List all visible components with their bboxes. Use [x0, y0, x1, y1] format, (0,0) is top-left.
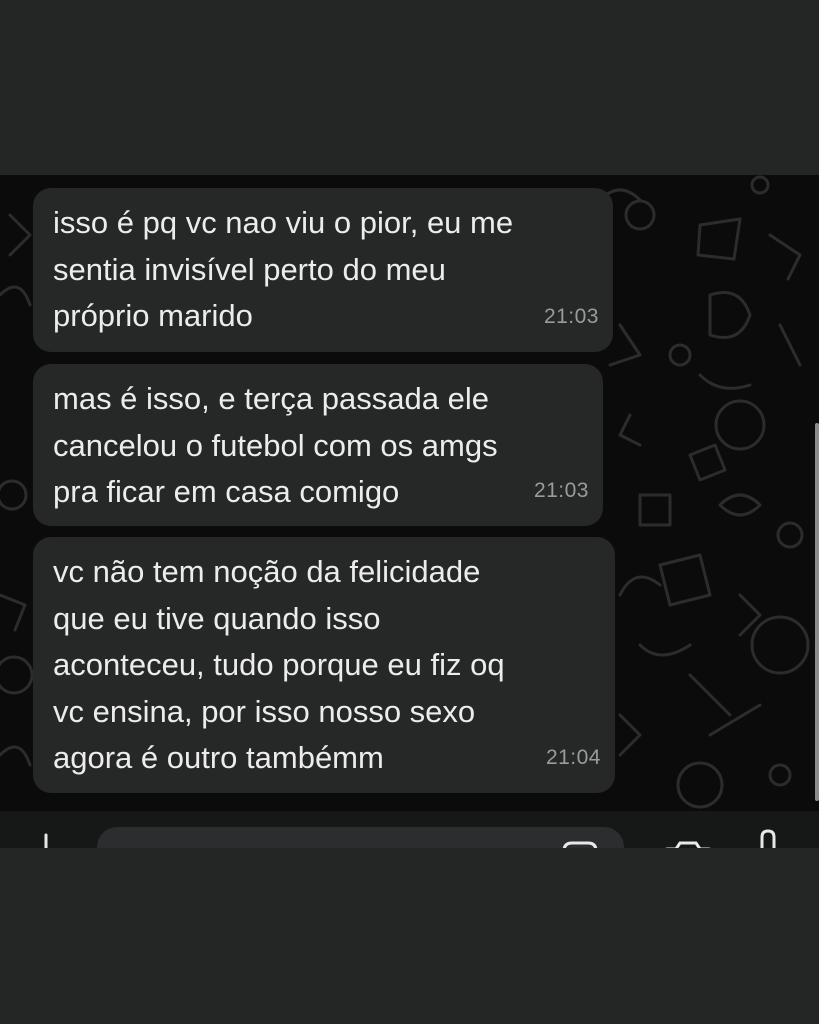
- message-bubble[interactable]: mas é isso, e terça passada ele cancelou…: [33, 364, 603, 526]
- sticker-icon[interactable]: [558, 837, 602, 848]
- message-text: mas é isso, e terça passada ele cancelou…: [53, 381, 498, 509]
- message-text: vc não tem noção da felicidade que eu ti…: [53, 554, 505, 775]
- message-timestamp: 21:04: [545, 745, 601, 769]
- message-bubble[interactable]: isso é pq vc nao viu o pior, eu me senti…: [33, 188, 613, 352]
- camera-icon[interactable]: [660, 839, 716, 848]
- microphone-icon[interactable]: [756, 829, 780, 848]
- chat-area[interactable]: isso é pq vc nao viu o pior, eu me senti…: [0, 175, 819, 811]
- message-bubble[interactable]: vc não tem noção da felicidade que eu ti…: [33, 537, 615, 793]
- message-input[interactable]: [97, 827, 624, 848]
- message-timestamp: 21:03: [543, 304, 599, 328]
- message-timestamp: 21:03: [533, 478, 589, 502]
- scroll-indicator[interactable]: [815, 423, 819, 801]
- message-input-bar: [0, 811, 819, 848]
- message-text: isso é pq vc nao viu o pior, eu me senti…: [53, 205, 514, 333]
- plus-icon[interactable]: [36, 833, 56, 848]
